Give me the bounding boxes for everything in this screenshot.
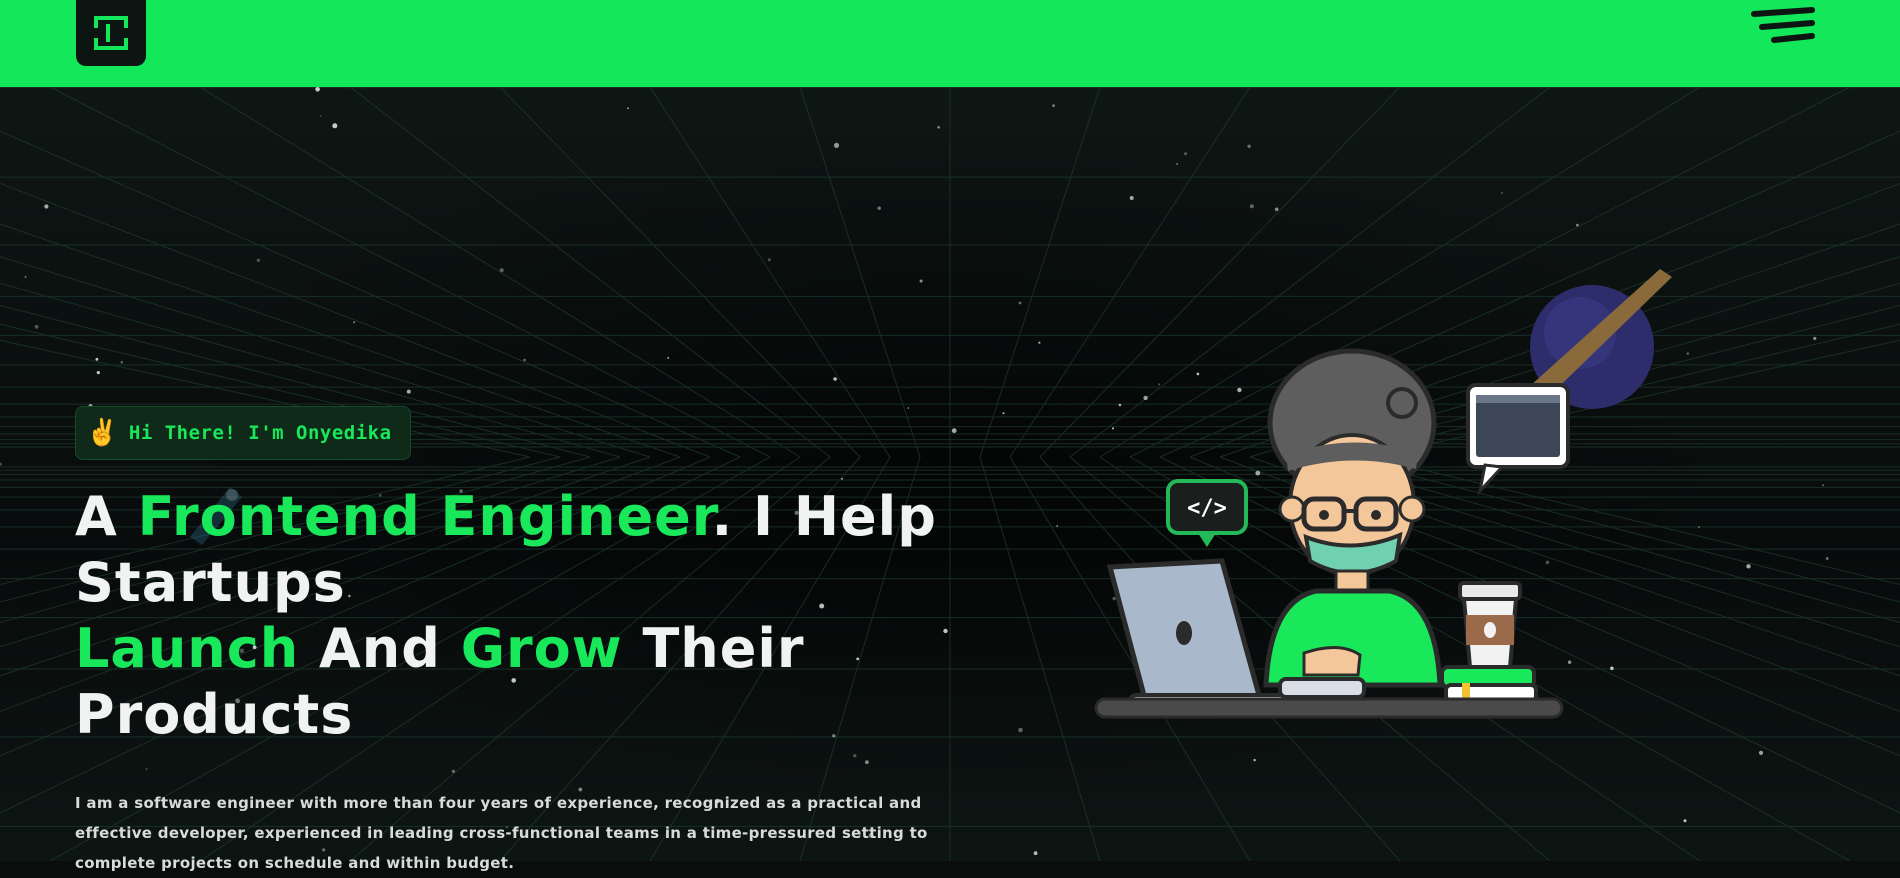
- desk-surface: [1094, 697, 1564, 719]
- headline-accent-grow: Grow: [460, 617, 623, 680]
- code-bubble-icon: </>: [1166, 479, 1248, 547]
- intro-paragraph: I am a software engineer with more than …: [75, 794, 928, 872]
- browser-window-icon: [1466, 383, 1570, 496]
- site-logo[interactable]: [76, 0, 146, 66]
- greeting-text: Hi There! I'm Onyedika: [128, 422, 392, 444]
- headline-part: And: [299, 617, 461, 680]
- books-icon: [1440, 665, 1538, 703]
- greeting-badge: ✌️ Hi There! I'm Onyedika: [75, 406, 411, 460]
- bracket-logo-icon: [94, 16, 128, 50]
- top-navbar: [0, 0, 1900, 87]
- headline-accent-role: Frontend Engineer: [137, 485, 712, 548]
- headline-part: A: [75, 485, 138, 548]
- victory-hand-icon: ✌️: [86, 418, 119, 448]
- code-bubble-text: </>: [1187, 496, 1227, 521]
- hamburger-menu-icon: [1751, 7, 1815, 43]
- coffee-cup-icon: [1458, 581, 1522, 669]
- developer-avatar: [1263, 348, 1443, 688]
- hero-headline: A Frontend Engineer. I Help Startups Lau…: [75, 484, 1015, 748]
- menu-button[interactable]: [1748, 6, 1816, 50]
- headline-accent-launch: Launch: [75, 617, 300, 680]
- developer-illustration: </>: [1090, 255, 1690, 735]
- hero-content: ✌️ Hi There! I'm Onyedika A Frontend Eng…: [75, 406, 995, 878]
